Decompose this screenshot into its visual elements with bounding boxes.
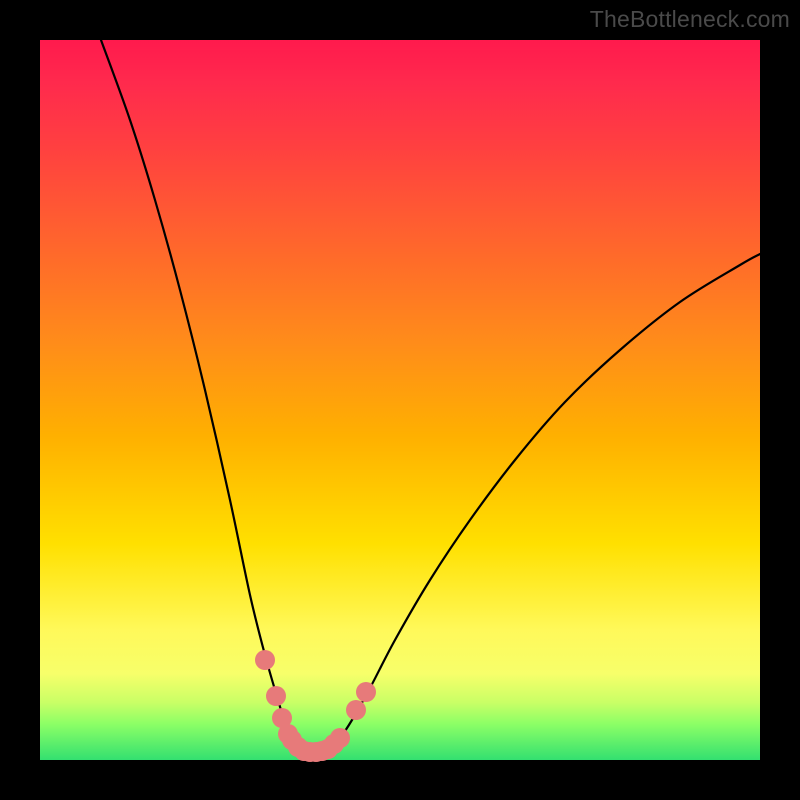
curve-marker — [346, 700, 366, 720]
curve-svg — [40, 40, 760, 760]
curve-marker — [356, 682, 376, 702]
curve-marker — [330, 728, 350, 748]
watermark-text: TheBottleneck.com — [590, 6, 790, 33]
chart-frame: TheBottleneck.com — [0, 0, 800, 800]
curve-markers — [255, 650, 376, 762]
plot-area — [40, 40, 760, 760]
curve-marker — [266, 686, 286, 706]
curve-marker — [255, 650, 275, 670]
bottleneck-curve — [101, 40, 760, 753]
